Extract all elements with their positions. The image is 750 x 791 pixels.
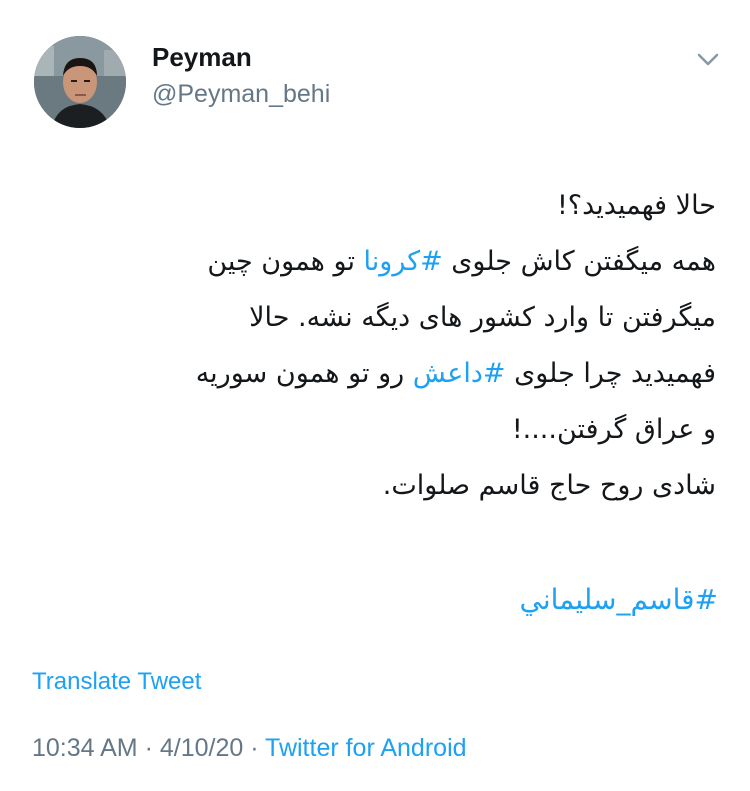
tweet-text-segment: فهمیدید چرا جلوی — [505, 358, 716, 389]
meta-separator: · — [243, 734, 266, 762]
tweet-text: حالا فهمیدید؟! همه میگفتن کاش جلوی #کرون… — [26, 178, 716, 514]
tweet-line: فهمیدید چرا جلوی #داعش رو تو همون سوریه — [26, 346, 716, 402]
tweet-text-segment: رو تو همون سوریه — [195, 358, 413, 389]
translate-tweet-link[interactable]: Translate Tweet — [32, 668, 201, 696]
chevron-down-icon[interactable] — [693, 48, 723, 72]
hashtag-soleimani-link[interactable]: #قاسم_سليماني — [519, 572, 718, 628]
tweet-text-segment: حالا فهمیدید؟! — [556, 190, 716, 221]
tweet-text-segment: تو همون چین — [207, 246, 364, 277]
tweet-text-segment: میگرفتن تا وارد کشور های دیگه نشه. حالا — [249, 302, 716, 333]
meta-separator: · — [137, 734, 160, 762]
tweet-line: شادی روح حاج قاسم صلوات. — [26, 458, 716, 514]
tweet-line: و عراق گرفتن....! — [26, 402, 716, 458]
tweet-text-segment: همه میگفتن کاش جلوی — [442, 246, 716, 277]
tweet-time[interactable]: 10:34 AM — [32, 734, 138, 762]
tweet-text-segment: و عراق گرفتن....! — [511, 414, 716, 445]
tweet-source-link[interactable]: Twitter for Android — [265, 734, 466, 762]
user-handle[interactable]: @Peyman_behi — [152, 80, 330, 109]
tweet-line: حالا فهمیدید؟! — [26, 178, 716, 234]
hashtag-corona-link[interactable]: #کرونا — [364, 246, 443, 277]
tweet-line: همه میگفتن کاش جلوی #کرونا تو همون چین — [26, 234, 716, 290]
display-name[interactable]: Peyman — [152, 42, 252, 73]
tweet: Peyman @Peyman_behi حالا فهمیدید؟! همه م… — [0, 0, 750, 791]
tweet-date[interactable]: 4/10/20 — [160, 734, 243, 762]
tweet-text-segment: شادی روح حاج قاسم صلوات. — [382, 470, 716, 501]
hashtag-daesh-link[interactable]: #داعش — [413, 358, 506, 389]
tweet-line: میگرفتن تا وارد کشور های دیگه نشه. حالا — [26, 290, 716, 346]
tweet-meta: 10:34 AM · 4/10/20 · Twitter for Android — [32, 734, 467, 763]
profile-photo — [34, 36, 126, 128]
avatar[interactable] — [34, 36, 126, 128]
